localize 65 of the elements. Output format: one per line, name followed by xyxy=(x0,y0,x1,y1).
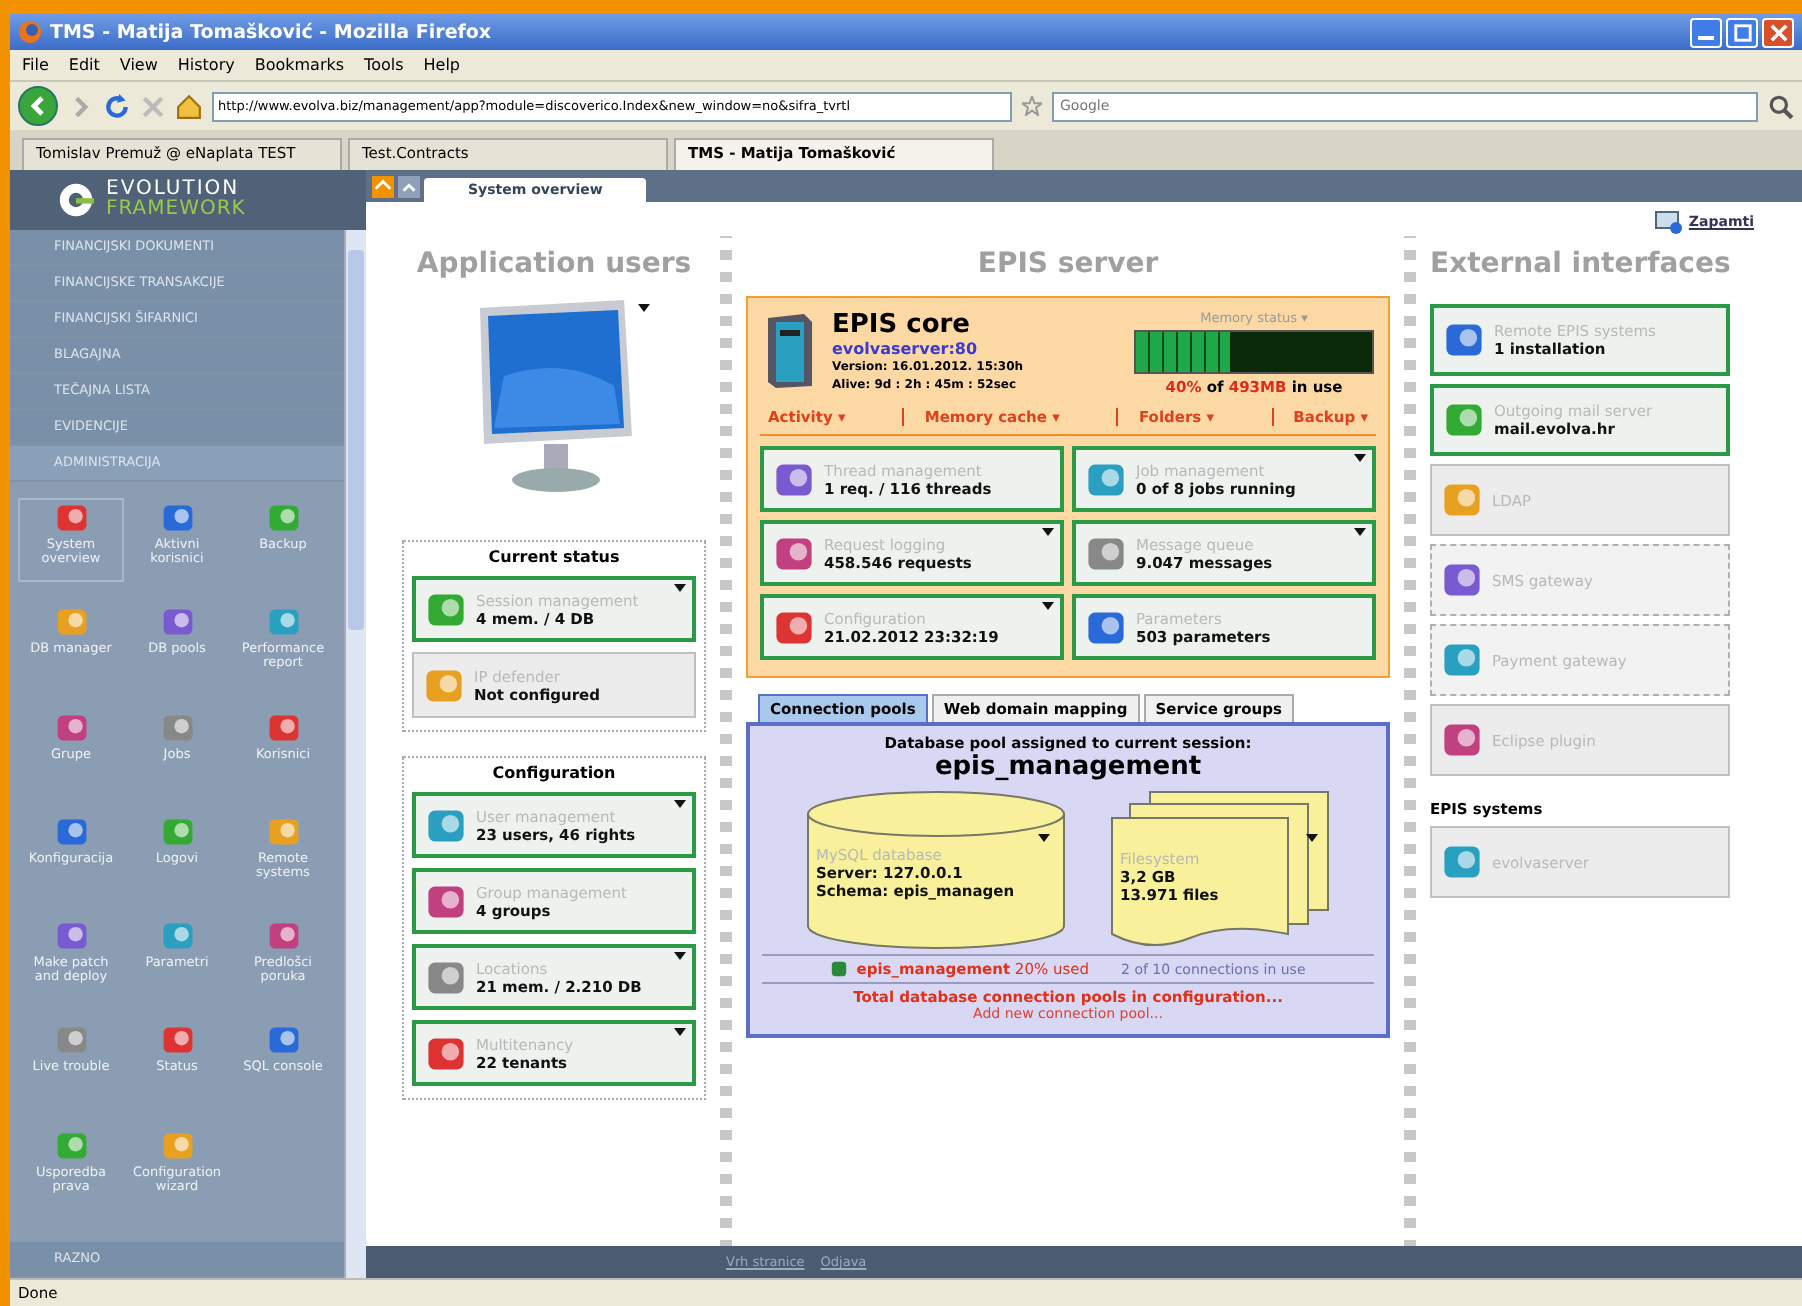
minimize-icon xyxy=(1698,36,1714,40)
app-icon xyxy=(159,813,195,850)
app-icon xyxy=(159,918,195,955)
caret-icon[interactable] xyxy=(674,584,686,592)
caret-icon[interactable] xyxy=(1042,602,1054,610)
close-icon xyxy=(1769,23,1787,41)
app-icon xyxy=(159,604,195,641)
caret-icon[interactable] xyxy=(1306,834,1318,842)
close-button[interactable] xyxy=(1762,17,1794,47)
app-icon xyxy=(53,918,89,955)
menu-item[interactable]: View xyxy=(119,56,158,74)
menu-item[interactable]: Tools xyxy=(364,56,404,74)
app-icon xyxy=(265,1022,301,1059)
app-icon xyxy=(53,604,89,641)
menu-item[interactable]: History xyxy=(177,56,235,74)
group-title: Configuration xyxy=(490,764,618,782)
menu-item[interactable]: Help xyxy=(423,56,461,74)
app-icon xyxy=(265,709,301,746)
scrollbar[interactable] xyxy=(344,230,366,1278)
app-icon xyxy=(265,918,301,955)
app-icon xyxy=(53,709,89,746)
app-icon xyxy=(159,1022,195,1059)
menu-item[interactable]: Bookmarks xyxy=(254,56,345,74)
core-name: EPIS core xyxy=(832,310,972,340)
caret-icon[interactable] xyxy=(674,800,686,808)
caret-icon[interactable] xyxy=(674,952,686,960)
caret-icon[interactable] xyxy=(1042,528,1054,536)
pool-name: epis_management xyxy=(934,752,1202,782)
search-icon[interactable] xyxy=(1768,93,1794,119)
app-icon xyxy=(159,500,195,536)
caret-icon[interactable] xyxy=(638,304,650,312)
maximize-icon xyxy=(1733,23,1751,41)
maximize-button[interactable] xyxy=(1726,17,1758,47)
group-title: Current status xyxy=(486,548,622,566)
collapse-icon[interactable] xyxy=(398,176,420,198)
caret-icon[interactable] xyxy=(1354,454,1366,462)
logo-text: FRAMEWORK xyxy=(106,200,246,220)
section-heading: Application users xyxy=(414,248,694,280)
monitor-icon xyxy=(1654,210,1683,234)
star-icon[interactable] xyxy=(1022,96,1042,116)
section-heading: External interfaces xyxy=(1430,248,1730,280)
app-icon xyxy=(265,500,301,536)
section-heading: EPIS server xyxy=(975,248,1161,280)
app-icon xyxy=(265,813,301,850)
menu-item[interactable]: File xyxy=(22,56,49,74)
browser-logo-icon xyxy=(18,20,42,44)
app-icon xyxy=(53,500,89,536)
app-icon xyxy=(53,1127,89,1164)
reload-icon[interactable] xyxy=(104,93,130,119)
logo-icon xyxy=(58,182,94,218)
caret-icon[interactable] xyxy=(1354,528,1366,536)
app-icon xyxy=(53,1022,89,1059)
database-icon xyxy=(830,960,849,978)
host-link[interactable]: evolvaserver:80 xyxy=(832,340,1024,358)
app-icon xyxy=(159,709,195,746)
app-icon xyxy=(53,813,89,850)
menu-item[interactable]: Edit xyxy=(68,56,100,74)
caret-icon[interactable] xyxy=(674,1028,686,1036)
minimize-button[interactable] xyxy=(1690,17,1722,47)
app-icon xyxy=(159,1127,195,1164)
home-icon[interactable] xyxy=(176,93,202,119)
app-icon xyxy=(265,604,301,641)
window-title: TMS - Matija Tomašković - Mozilla Firefox xyxy=(50,21,494,43)
logo-text: EVOLUTION xyxy=(106,180,240,200)
back-button[interactable] xyxy=(18,86,58,126)
